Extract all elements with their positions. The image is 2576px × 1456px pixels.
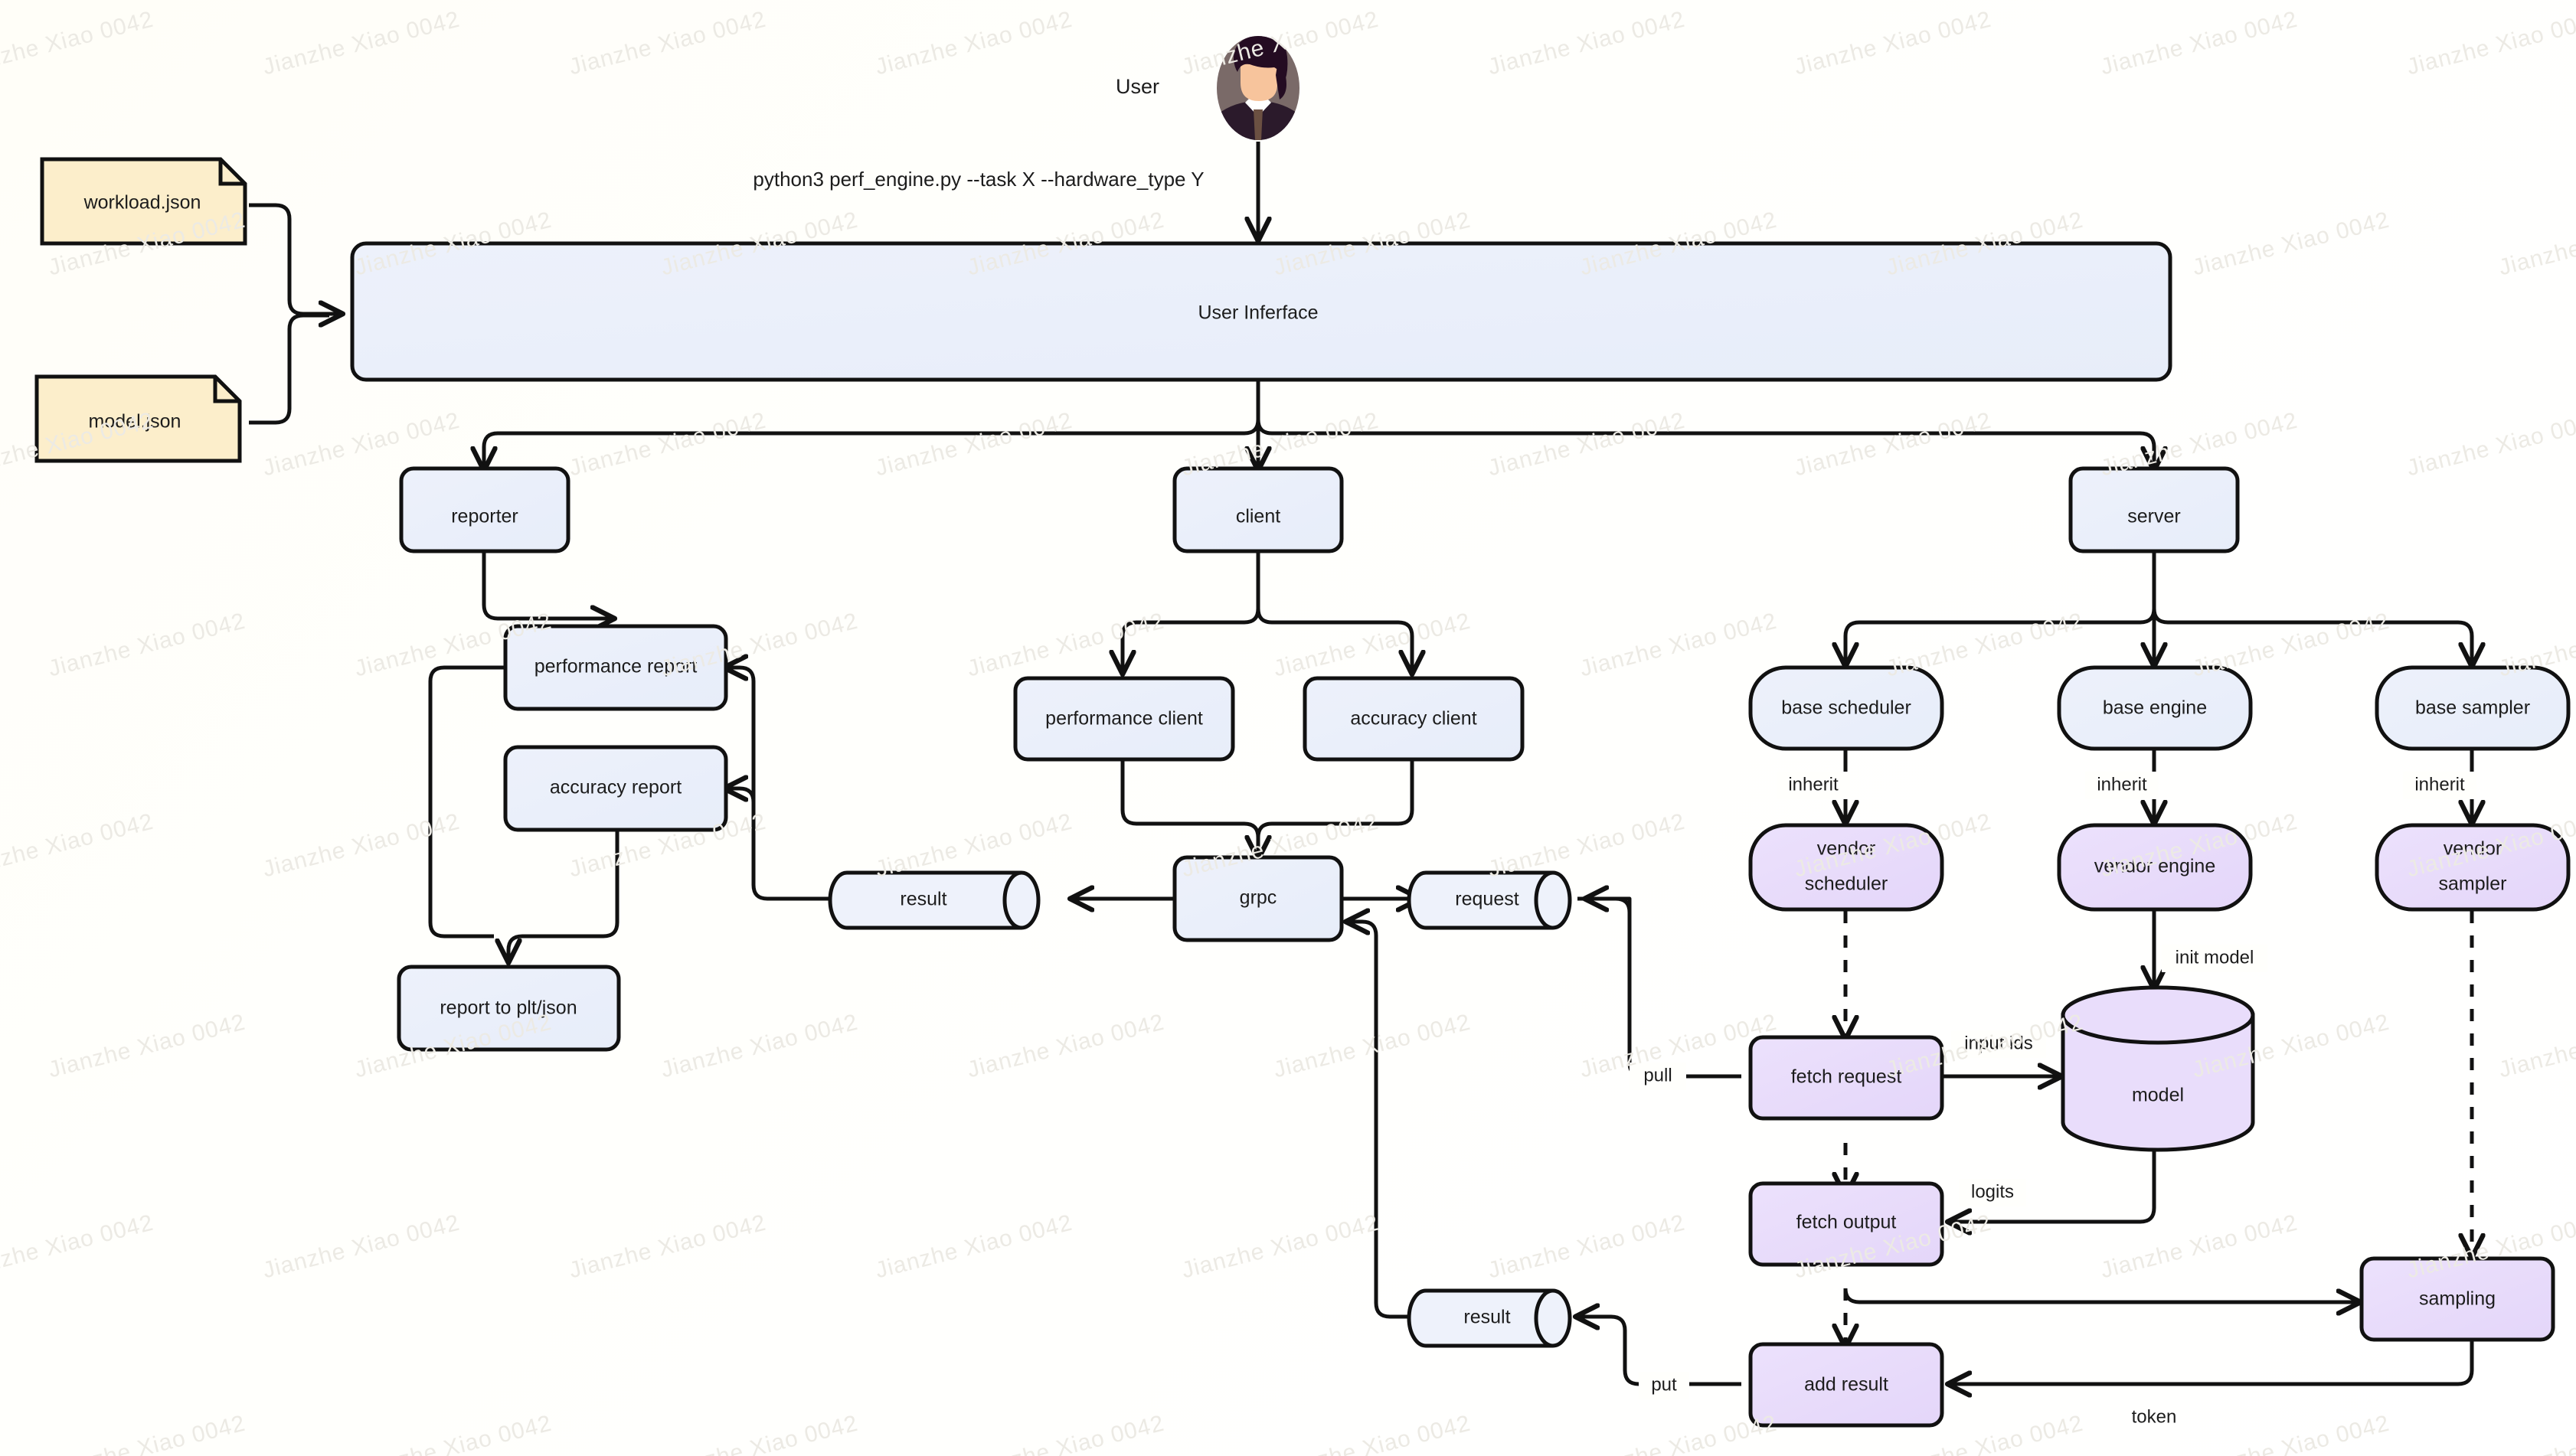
edge-server-to-base-scheduler <box>1845 608 2156 664</box>
edge-model-to-ui <box>249 313 329 425</box>
node-report-to-plt-json-label: report to plt/json <box>440 997 577 1019</box>
edge-label-put: put <box>1651 1374 1677 1395</box>
edge-result-bottom-to-grpc <box>1348 922 1418 1319</box>
node-vendor-scheduler-label-1: vendor <box>1817 838 1875 860</box>
node-vendor-sampler[interactable]: vendor sampler <box>2375 823 2571 912</box>
edge-request-to-fetch-request <box>1577 896 1741 1079</box>
command-label: python3 perf_engine.py --task X --hardwa… <box>753 168 1204 191</box>
node-add-result-label: add result <box>1804 1374 1888 1396</box>
edge-reporter-to-performance-report <box>482 551 613 619</box>
node-base-engine-label: base engine <box>2103 697 2207 719</box>
diagram-canvas: Jianzhe Xiao 0042 Jianzhe Xiao 0042 Jianzh… <box>0 0 2576 1456</box>
node-accuracy-client-label: accuracy client <box>1350 708 1476 730</box>
node-base-sampler-label: base sampler <box>2415 697 2530 719</box>
edge-sampling-to-add-result <box>1950 1338 2474 1384</box>
edge-workload-to-ui <box>249 203 341 314</box>
node-performance-report[interactable]: performance report <box>503 624 728 711</box>
node-base-sampler[interactable]: base sampler <box>2375 665 2571 751</box>
node-vendor-sampler-label-1: vendor <box>2444 838 2502 860</box>
edge-label-token: token <box>2132 1406 2177 1427</box>
node-vendor-engine-label: vendor engine <box>2094 856 2215 877</box>
edge-label-input-ids: input ids <box>1964 1033 2032 1053</box>
node-performance-client[interactable]: performance client <box>1013 676 1235 762</box>
note-model-json[interactable]: model.json <box>34 374 242 463</box>
node-report-to-plt-json[interactable]: report to plt/json <box>397 965 621 1052</box>
node-request[interactable]: request <box>1407 870 1572 930</box>
user-label: User <box>1116 75 1159 98</box>
node-model[interactable]: model <box>2061 985 2255 1152</box>
node-client[interactable]: client <box>1172 466 1344 553</box>
node-client-label: client <box>1236 506 1280 527</box>
edge-label-inherit-engine: inherit <box>2097 774 2147 795</box>
architecture-diagram: User python3 perf_engine.py --task X --h… <box>34 36 2571 1428</box>
node-result-left-label: result <box>900 889 946 910</box>
note-model-json-label: model.json <box>89 411 181 433</box>
edge-result-to-accuracy-report <box>726 788 756 885</box>
node-grpc[interactable]: grpc <box>1172 855 1344 942</box>
node-user-interface-label: User Inferface <box>1198 302 1318 324</box>
node-reporter[interactable]: reporter <box>399 466 570 553</box>
edge-performance-client-to-grpc <box>1120 759 1258 857</box>
node-vendor-scheduler[interactable]: vendor scheduler <box>1748 823 1944 912</box>
edge-client-to-accuracy-client <box>1256 608 1412 672</box>
edge-label-inherit-scheduler: inherit <box>1788 774 1839 795</box>
node-performance-client-label: performance client <box>1045 708 1203 730</box>
node-fetch-output[interactable]: fetch output <box>1748 1181 1944 1267</box>
node-vendor-scheduler-label-2: scheduler <box>1805 873 1888 895</box>
node-fetch-request[interactable]: fetch request <box>1748 1035 1944 1121</box>
node-result-bottom[interactable]: result <box>1407 1288 1572 1348</box>
node-fetch-output-label: fetch output <box>1796 1212 1897 1233</box>
node-result-bottom-label: result <box>1463 1307 1510 1328</box>
edge-accuracy-client-to-grpc <box>1256 759 1414 850</box>
node-server[interactable]: server <box>2068 466 2240 553</box>
edge-label-pull: pull <box>1643 1065 1672 1085</box>
node-performance-report-label: performance report <box>534 656 698 677</box>
node-model-label: model <box>2132 1085 2184 1106</box>
node-sampling[interactable]: sampling <box>2359 1256 2555 1342</box>
edge-result-to-performance-report <box>726 668 845 901</box>
edge-server-to-base-sampler <box>2152 608 2472 664</box>
node-result-left[interactable]: result <box>828 870 1041 930</box>
node-accuracy-report[interactable]: accuracy report <box>503 745 728 832</box>
node-vendor-sampler-label-2: sampler <box>2439 873 2507 895</box>
note-workload-json[interactable]: workload.json <box>40 157 247 246</box>
note-workload-json-label: workload.json <box>83 192 201 214</box>
node-base-scheduler-label: base scheduler <box>1781 697 1911 719</box>
node-user-interface[interactable]: User Inferface <box>350 241 2172 382</box>
edge-performance-report-to-rail <box>428 665 505 939</box>
node-vendor-engine[interactable]: vendor engine <box>2057 823 2253 912</box>
edge-label-logits: logits <box>1971 1181 2014 1202</box>
edge-client-to-performance-client <box>1123 608 1260 672</box>
node-accuracy-client[interactable]: accuracy client <box>1303 676 1525 762</box>
user-avatar <box>1217 36 1299 140</box>
edge-ui-to-reporter <box>484 419 1260 468</box>
edge-ui-to-server <box>1256 419 2154 468</box>
node-fetch-request-label: fetch request <box>1791 1066 1902 1088</box>
edge-label-inherit-sampler: inherit <box>2414 774 2465 795</box>
node-server-label: server <box>2127 506 2180 527</box>
node-request-label: request <box>1455 889 1518 910</box>
edge-fetch-output-to-sampling <box>1843 1288 2359 1302</box>
node-grpc-label: grpc <box>1240 887 1277 909</box>
node-sampling-label: sampling <box>2419 1288 2496 1310</box>
node-add-result[interactable]: add result <box>1748 1342 1944 1428</box>
edge-label-init-model: init model <box>2176 947 2254 968</box>
node-base-engine[interactable]: base engine <box>2057 665 2253 751</box>
node-base-scheduler[interactable]: base scheduler <box>1748 665 1944 751</box>
node-reporter-label: reporter <box>451 506 518 527</box>
node-accuracy-report-label: accuracy report <box>550 777 682 798</box>
